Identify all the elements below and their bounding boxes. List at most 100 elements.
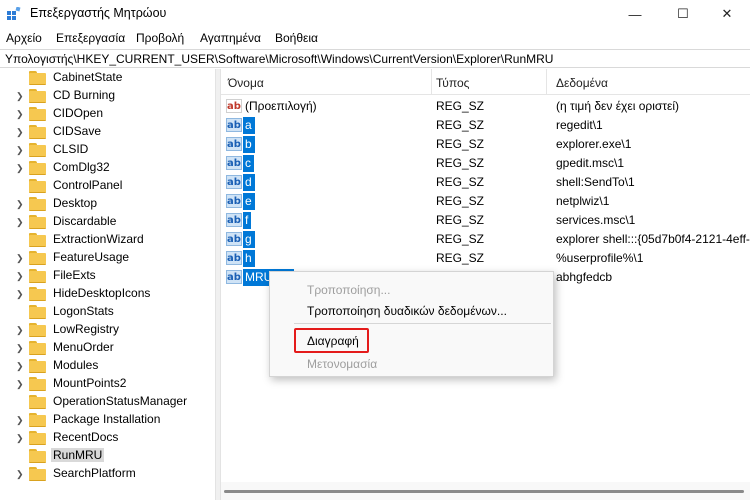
tree-item-label: CabinetState <box>53 70 123 84</box>
chevron-right-icon[interactable]: ❯ <box>16 413 26 427</box>
menu-edit[interactable]: Επεξεργασία <box>56 31 125 45</box>
menu-favorites[interactable]: Αγαπημένα <box>200 31 261 45</box>
tree-item-mountpoints2[interactable]: ❯ MountPoints2 <box>0 375 215 393</box>
value-row[interactable]: ab c REG_SZ gpedit.msc\1 <box>221 154 750 173</box>
folder-icon <box>29 413 46 427</box>
tree-item-label: FeatureUsage <box>53 250 130 264</box>
value-data: explorer shell:::{05d7b0f4-2121-4eff-b <box>556 232 750 246</box>
tree-item-label: ControlPanel <box>53 178 123 192</box>
value-data: shell:SendTo\1 <box>556 175 635 189</box>
tree-item-clsid[interactable]: ❯ CLSID <box>0 141 215 159</box>
tree-item-label: OperationStatusManager <box>53 394 188 408</box>
maximize-button[interactable]: ☐ <box>660 0 706 28</box>
chevron-right-icon[interactable]: ❯ <box>16 431 26 445</box>
tree-item-searchplatform[interactable]: ❯ SearchPlatform <box>0 465 215 483</box>
string-value-icon: ab <box>226 194 242 208</box>
folder-icon <box>29 71 46 85</box>
value-name: b <box>243 136 255 153</box>
tree-item-cabinetstate[interactable]: CabinetState <box>0 69 215 87</box>
tree-item-label: Discardable <box>53 214 117 228</box>
tree-item-desktop[interactable]: ❯ Desktop <box>0 195 215 213</box>
menu-help[interactable]: Βοήθεια <box>275 31 318 45</box>
address-bar[interactable]: Υπολογιστής\HKEY_CURRENT_USER\Software\M… <box>0 49 750 68</box>
menu-item-modify-binary[interactable]: Τροποποίηση δυαδικών δεδομένων... <box>307 304 507 318</box>
tree-item-label: MenuOrder <box>53 340 114 354</box>
chevron-right-icon[interactable]: ❯ <box>16 467 26 481</box>
tree-item-label: RunMRU <box>51 448 105 462</box>
window-title: Επεξεργαστής Μητρώου <box>30 6 167 20</box>
value-row[interactable]: ab f REG_SZ services.msc\1 <box>221 211 750 230</box>
tree-item-label: CLSID <box>53 142 89 156</box>
chevron-right-icon[interactable]: ❯ <box>16 269 26 283</box>
registry-tree[interactable]: CabinetState ❯ CD Burning ❯ CIDOpen ❯ CIDSave ❯… <box>0 69 215 500</box>
tree-item-discardable[interactable]: ❯ Discardable <box>0 213 215 231</box>
chevron-right-icon[interactable]: ❯ <box>16 89 26 103</box>
value-data: netplwiz\1 <box>556 194 610 208</box>
chevron-right-icon[interactable]: ❯ <box>16 377 26 391</box>
value-row[interactable]: ab e REG_SZ netplwiz\1 <box>221 192 750 211</box>
value-row[interactable]: ab (Προεπιλογή) REG_SZ (η τιμή δεν έχει ορι… <box>221 97 750 116</box>
tree-item-hidedesktopicons[interactable]: ❯ HideDesktopIcons <box>0 285 215 303</box>
column-divider[interactable] <box>431 69 432 95</box>
column-data-header[interactable]: Δεδομένα <box>556 76 608 90</box>
menu-view[interactable]: Προβολή <box>136 31 184 45</box>
menu-file[interactable]: Αρχείο <box>6 31 42 45</box>
tree-item-modules[interactable]: ❯ Modules <box>0 357 215 375</box>
value-row[interactable]: ab b REG_SZ explorer.exe\1 <box>221 135 750 154</box>
folder-icon <box>29 125 46 139</box>
value-row[interactable]: ab a REG_SZ regedit\1 <box>221 116 750 135</box>
address-path[interactable]: Υπολογιστής\HKEY_CURRENT_USER\Software\M… <box>5 52 553 66</box>
list-header: Όνομα Τύπος Δεδομένα <box>221 69 750 95</box>
tree-item-recentdocs[interactable]: ❯ RecentDocs <box>0 429 215 447</box>
tree-item-runmru[interactable]: RunMRU <box>0 447 215 465</box>
tree-item-cidsave[interactable]: ❯ CIDSave <box>0 123 215 141</box>
column-name-header[interactable]: Όνομα <box>228 76 264 90</box>
menu-item-rename[interactable]: Μετονομασία <box>307 357 377 371</box>
tree-item-package-installation[interactable]: ❯ Package Installation <box>0 411 215 429</box>
value-row[interactable]: ab h REG_SZ %userprofile%\1 <box>221 249 750 268</box>
horizontal-scrollbar[interactable] <box>221 482 750 500</box>
tree-item-cidopen[interactable]: ❯ CIDOpen <box>0 105 215 123</box>
tree-item-label: HideDesktopIcons <box>53 286 151 300</box>
folder-icon <box>29 287 46 301</box>
tree-item-featureusage[interactable]: ❯ FeatureUsage <box>0 249 215 267</box>
value-data: %userprofile%\1 <box>556 251 644 265</box>
value-row[interactable]: ab d REG_SZ shell:SendTo\1 <box>221 173 750 192</box>
chevron-right-icon[interactable]: ❯ <box>16 215 26 229</box>
tree-item-logonstats[interactable]: LogonStats <box>0 303 215 321</box>
chevron-right-icon[interactable]: ❯ <box>16 323 26 337</box>
folder-icon <box>29 341 46 355</box>
minimize-button[interactable]: — <box>612 0 658 28</box>
chevron-right-icon[interactable]: ❯ <box>16 125 26 139</box>
folder-icon <box>29 359 46 373</box>
chevron-right-icon[interactable]: ❯ <box>16 161 26 175</box>
chevron-right-icon[interactable]: ❯ <box>16 143 26 157</box>
tree-item-menuorder[interactable]: ❯ MenuOrder <box>0 339 215 357</box>
chevron-right-icon[interactable]: ❯ <box>16 359 26 373</box>
tree-item-fileexts[interactable]: ❯ FileExts <box>0 267 215 285</box>
column-type-header[interactable]: Τύπος <box>436 76 469 90</box>
value-data: gpedit.msc\1 <box>556 156 625 170</box>
chevron-right-icon[interactable]: ❯ <box>16 287 26 301</box>
menu-item-modify[interactable]: Τροποποίηση... <box>307 283 390 297</box>
chevron-right-icon[interactable]: ❯ <box>16 197 26 211</box>
folder-icon <box>29 431 46 445</box>
tree-item-controlpanel[interactable]: ControlPanel <box>0 177 215 195</box>
column-divider[interactable] <box>546 69 547 95</box>
value-type: REG_SZ <box>436 194 485 208</box>
value-name: g <box>243 231 255 248</box>
chevron-right-icon[interactable]: ❯ <box>16 341 26 355</box>
tree-item-operationstatusmanager[interactable]: OperationStatusManager <box>0 393 215 411</box>
tree-item-cd-burning[interactable]: ❯ CD Burning <box>0 87 215 105</box>
value-row[interactable]: ab g REG_SZ explorer shell:::{05d7b0f4-2121… <box>221 230 750 249</box>
chevron-right-icon[interactable]: ❯ <box>16 107 26 121</box>
scrollbar-thumb[interactable] <box>224 490 744 493</box>
chevron-right-icon[interactable]: ❯ <box>16 251 26 265</box>
tree-item-lowregistry[interactable]: ❯ LowRegistry <box>0 321 215 339</box>
menu-item-delete[interactable]: Διαγραφή <box>307 334 359 348</box>
registry-editor-icon <box>7 7 21 20</box>
folder-icon <box>29 305 46 319</box>
tree-item-extractionwizard[interactable]: ExtractionWizard <box>0 231 215 249</box>
close-button[interactable]: ✕ <box>704 0 750 28</box>
tree-item-comdlg32[interactable]: ❯ ComDlg32 <box>0 159 215 177</box>
